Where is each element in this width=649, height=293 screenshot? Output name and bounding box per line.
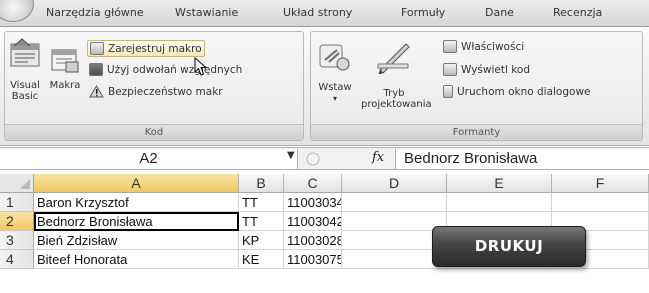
cell-c4[interactable]: 11003075 [284,250,342,269]
column-header-d[interactable]: D [342,174,447,193]
relative-references-label: Użyj odwołań względnych [107,63,243,76]
macros-icon [51,49,79,73]
tab-home[interactable]: Narzędzia główne [46,6,144,19]
design-mode-label-2: projektowania [361,99,432,110]
column-header-f[interactable]: F [552,174,649,193]
group-kod: Visual Basic Makra Zarejestruj makro Uży… [4,31,304,141]
cell-d1[interactable] [342,193,447,212]
cell-c1[interactable]: 11003034 [284,193,342,212]
view-code-label: Wyświetl kod [461,63,531,76]
cell-b3[interactable]: KP [239,231,284,250]
properties-button[interactable]: Właściwości [443,40,524,53]
cell-b1[interactable]: TT [239,193,284,212]
tab-page-layout[interactable]: Układ strony [283,6,352,19]
visual-basic-button[interactable]: Visual Basic [7,34,43,122]
formula-input[interactable]: Bednorz Bronisława [395,149,649,169]
cell-e1[interactable] [447,193,552,212]
ribbon: Visual Basic Makra Zarejestruj makro Uży… [0,27,649,146]
macro-security-button[interactable]: Bezpieczeństwo makr [89,85,223,98]
insert-control-button[interactable]: Wstaw ▾ [315,34,355,122]
cell-f1[interactable] [552,193,649,212]
insert-control-label: Wstaw [318,82,352,93]
design-mode-button[interactable]: Tryb projektowania [361,34,432,122]
visual-basic-icon [10,38,40,67]
run-dialog-label: Uruchom okno dialogowe [457,85,591,98]
group-formanty: Wstaw ▾ Tryb projektowania Właściwości W… [310,31,643,141]
properties-icon [443,40,457,53]
tab-insert[interactable]: Wstawianie [175,6,238,19]
column-header-e[interactable]: E [447,174,552,193]
formula-bar: A2 ▼ fx Bednorz Bronisława [0,147,649,170]
record-macro-button[interactable]: Zarejestruj makro [87,40,205,57]
insert-function-icon[interactable]: fx [372,150,384,165]
cell-b4[interactable]: KE [239,250,284,269]
row-header-4[interactable]: 4 [0,250,34,269]
macros-label: Makra [49,80,81,91]
row-header-1[interactable]: 1 [0,193,34,212]
macro-security-label: Bezpieczeństwo makr [108,85,223,98]
cell-b2[interactable]: TT [239,212,284,231]
cell-d2[interactable] [342,212,447,231]
record-macro-icon [90,42,104,55]
name-box-dropdown-icon[interactable]: ▼ [287,150,295,161]
office-button[interactable] [0,0,34,22]
print-button[interactable]: DRUKUJ [432,226,586,267]
group-formanty-label: Formanty [311,124,642,140]
cell-c3[interactable]: 11003028 [284,231,342,250]
cell-c2[interactable]: 11003042 [284,212,342,231]
tab-formulas[interactable]: Formuły [401,6,445,19]
cell-a2-selected[interactable]: Bednorz Bronisława [34,212,239,231]
column-header-b[interactable]: B [239,174,284,193]
name-box[interactable]: A2 [0,149,298,169]
run-dialog-icon [443,85,453,98]
formula-cancel-icon[interactable] [306,152,320,166]
warning-icon [89,85,104,98]
view-code-icon [443,63,457,76]
run-dialog-button[interactable]: Uruchom okno dialogowe [443,85,591,98]
mouse-cursor-icon [194,57,208,76]
insert-control-icon [319,44,350,71]
record-macro-label: Zarejestruj makro [108,42,202,55]
design-mode-icon [377,43,410,74]
cell-a1[interactable]: Baron Krzysztof [34,193,239,212]
visual-basic-label-1: Visual [10,80,40,91]
column-header-c[interactable]: C [284,174,342,193]
cell-a4[interactable]: Biteef Honorata [34,250,239,269]
tab-review[interactable]: Recenzja [553,6,602,19]
row-header-2[interactable]: 2 [0,212,34,231]
select-all-corner[interactable] [0,174,34,193]
tab-data[interactable]: Dane [485,6,514,19]
design-mode-label-1: Tryb [383,88,405,99]
group-kod-label: Kod [5,124,303,140]
row-header-3[interactable]: 3 [0,231,34,250]
insert-control-arrow: ▾ [332,94,337,103]
properties-label: Właściwości [461,40,525,53]
relative-references-icon [89,63,103,76]
relative-references-button[interactable]: Użyj odwołań względnych [89,63,242,76]
view-code-button[interactable]: Wyświetl kod [443,63,530,76]
visual-basic-label-2: Basic [11,91,39,102]
macros-button[interactable]: Makra [47,34,83,122]
column-header-a[interactable]: A [34,174,239,193]
ribbon-tab-bar: Narzędzia główne Wstawianie Układ strony… [0,0,649,27]
cell-a3[interactable]: Bień Zdzisław [34,231,239,250]
